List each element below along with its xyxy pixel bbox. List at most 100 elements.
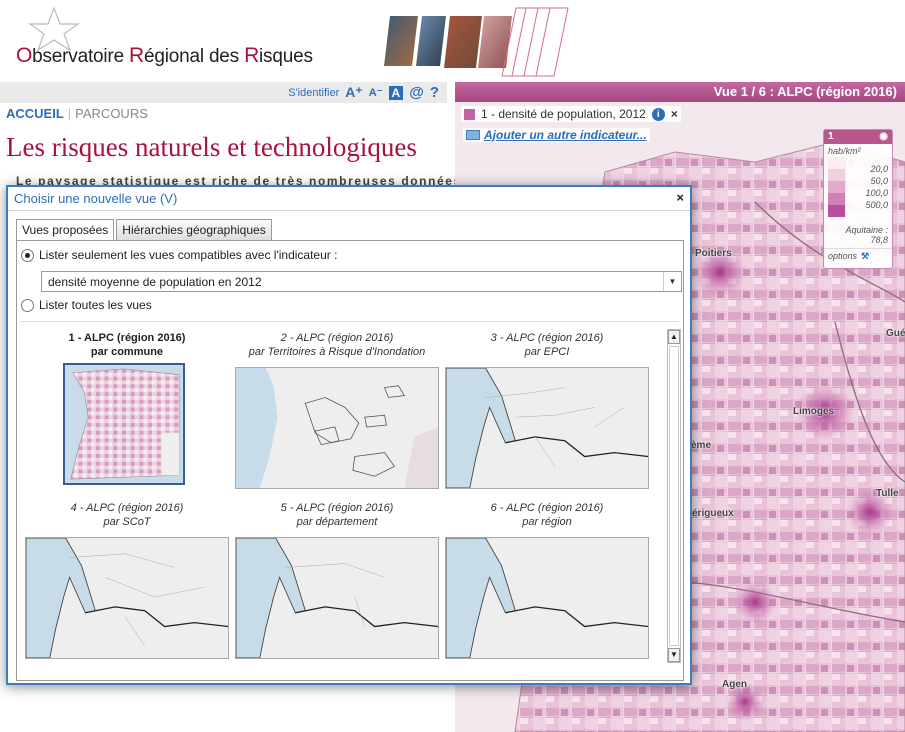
legend-unit: hab/km² bbox=[828, 146, 861, 156]
view-option-3[interactable]: 3 - ALPC (région 2016) par EPCI bbox=[442, 331, 652, 489]
indicator-color-swatch bbox=[464, 108, 475, 120]
views-scrollbar[interactable]: ▲ ▼ bbox=[667, 329, 681, 663]
compatible-views-option[interactable]: Lister seulement les vues compatibles av… bbox=[21, 248, 337, 262]
view-title-line1: 6 - ALPC (région 2016) bbox=[490, 502, 604, 514]
folder-icon bbox=[466, 130, 480, 140]
logo-word-1: bservatoire bbox=[32, 46, 130, 67]
nav-home-link[interactable]: ACCUEIL bbox=[6, 106, 64, 121]
view-thumbnail-epci[interactable] bbox=[445, 367, 649, 489]
logo-letter-o: O bbox=[16, 44, 33, 67]
compatible-views-radio[interactable] bbox=[21, 248, 34, 262]
view-option-1[interactable]: 1 - ALPC (région 2016) par commune bbox=[22, 331, 232, 485]
help-icon[interactable]: ? bbox=[430, 84, 439, 101]
view-title-line2: par région bbox=[522, 516, 572, 528]
map-legend: 1 ◉ hab/km² 20,0 50,0 100,0 500,0 Aquitai… bbox=[823, 129, 893, 269]
all-views-radio[interactable] bbox=[21, 298, 34, 312]
view-option-6[interactable]: 6 - ALPC (région 2016) par région bbox=[442, 501, 652, 659]
legend-options-button[interactable]: options ⚒ bbox=[824, 248, 892, 264]
legend-number: 1 bbox=[828, 131, 834, 142]
info-icon[interactable]: i bbox=[651, 107, 665, 121]
dialog-tabs: Vues proposées Hiérarchies géographiques bbox=[16, 219, 272, 241]
legend-header: 1 ◉ bbox=[824, 130, 892, 144]
page-title: Les risques naturels et technologiques bbox=[6, 132, 417, 162]
view-title-line2: par EPCI bbox=[524, 346, 570, 358]
font-decrease-button[interactable]: A⁻ bbox=[369, 86, 383, 99]
indicator-label: 1 - densité de population, 2012 bbox=[481, 107, 646, 121]
view-option-4[interactable]: 4 - ALPC (région 2016) par SCoT bbox=[22, 501, 232, 659]
tab-panel: Lister seulement les vues compatibles av… bbox=[16, 240, 684, 681]
divider bbox=[21, 321, 679, 322]
nav-parcours-link[interactable]: PARCOURS bbox=[75, 106, 148, 121]
tab-proposed-views[interactable]: Vues proposées bbox=[16, 219, 115, 241]
city-label: Gué bbox=[886, 328, 905, 339]
view-thumbnail-commune[interactable] bbox=[63, 363, 185, 485]
view-thumbnail-tri[interactable] bbox=[235, 367, 439, 489]
login-link[interactable]: S'identifier bbox=[288, 87, 339, 99]
city-label: Tulle bbox=[876, 488, 899, 499]
view-option-5[interactable]: 5 - ALPC (région 2016) par département bbox=[232, 501, 442, 659]
view-option-2[interactable]: 2 - ALPC (région 2016) par Territoires à… bbox=[232, 331, 442, 489]
site-logo[interactable]: Observatoire Régional des Risques bbox=[16, 44, 313, 68]
view-thumbnail-departement[interactable] bbox=[235, 537, 439, 659]
legend-swatch bbox=[828, 205, 846, 217]
header-photo-strip bbox=[384, 7, 569, 77]
scroll-down-button[interactable]: ▼ bbox=[668, 648, 680, 662]
logo-word-3: isques bbox=[259, 46, 313, 67]
dialog-title: Choisir une nouvelle vue (V) bbox=[14, 191, 178, 206]
nav-separator: | bbox=[67, 106, 72, 121]
logo-word-2: égional des bbox=[143, 46, 245, 67]
view-thumbnail-scot[interactable] bbox=[25, 537, 229, 659]
view-title-line2: par Territoires à Risque d'Inondation bbox=[248, 346, 426, 358]
font-reset-button[interactable]: A bbox=[388, 85, 404, 100]
view-title-line1: 2 - ALPC (région 2016) bbox=[280, 332, 394, 344]
contact-icon[interactable]: @ bbox=[409, 84, 424, 101]
indicator-select[interactable]: densité moyenne de population en 2012 ▼ bbox=[41, 271, 682, 292]
wrench-icon: ⚒ bbox=[861, 251, 870, 261]
logo-letter-r1: R bbox=[129, 44, 144, 67]
legend-class-label: 100,0 bbox=[865, 188, 888, 198]
remove-indicator-close-icon[interactable]: × bbox=[671, 107, 678, 121]
view-title-line2: par SCoT bbox=[103, 516, 151, 528]
scroll-up-button[interactable]: ▲ bbox=[668, 330, 680, 344]
legend-swatch bbox=[828, 157, 846, 169]
choose-view-dialog: Choisir une nouvelle vue (V) × Vues prop… bbox=[6, 185, 692, 685]
view-title-line2: par commune bbox=[90, 346, 164, 358]
add-indicator-link[interactable]: Ajouter un autre indicateur... bbox=[463, 128, 650, 142]
view-title-line2: par département bbox=[296, 516, 378, 528]
eye-icon[interactable]: ◉ bbox=[879, 131, 888, 142]
view-title-line1: 5 - ALPC (région 2016) bbox=[280, 502, 394, 514]
legend-swatch bbox=[828, 169, 846, 181]
compatible-views-label: Lister seulement les vues compatibles av… bbox=[39, 248, 338, 262]
chevron-down-icon[interactable]: ▼ bbox=[663, 272, 681, 291]
legend-reference-label: Aquitaine : bbox=[845, 225, 888, 235]
map-indicator-chip: 1 - densité de population, 2012 i × bbox=[461, 106, 681, 122]
site-header: Observatoire Régional des Risques bbox=[0, 0, 905, 82]
logo-letter-r2: R bbox=[244, 44, 260, 67]
city-label: érigueux bbox=[692, 508, 734, 519]
legend-class-label: 20,0 bbox=[870, 164, 888, 174]
legend-reference-value: 78,8 bbox=[870, 235, 888, 245]
legend-options-label: options bbox=[828, 251, 858, 261]
all-views-option[interactable]: Lister toutes les vues bbox=[21, 298, 152, 312]
legend-swatch bbox=[828, 193, 846, 205]
dialog-close-icon[interactable]: × bbox=[676, 190, 684, 205]
view-title-line1: 1 - ALPC (région 2016) bbox=[68, 332, 186, 344]
legend-swatch bbox=[828, 181, 846, 193]
city-label: ème bbox=[691, 440, 712, 451]
view-thumbnail-region[interactable] bbox=[445, 537, 649, 659]
legend-class-label: 500,0 bbox=[865, 200, 888, 210]
accessibility-links: S'identifier A⁺ A⁻ A @ ? bbox=[288, 84, 439, 101]
font-increase-button[interactable]: A⁺ bbox=[345, 84, 363, 101]
page-toolbar: S'identifier A⁺ A⁻ A @ ? bbox=[0, 82, 447, 103]
add-indicator-label: Ajouter un autre indicateur... bbox=[484, 128, 647, 142]
tab-geographic-hierarchies[interactable]: Hiérarchies géographiques bbox=[116, 219, 272, 241]
all-views-label: Lister toutes les vues bbox=[39, 298, 152, 312]
indicator-select-value: densité moyenne de population en 2012 bbox=[48, 275, 262, 289]
legend-class-label: 50,0 bbox=[870, 176, 888, 186]
legend-class: 20,0 bbox=[828, 157, 888, 174]
dialog-title-bar[interactable]: Choisir une nouvelle vue (V) × bbox=[8, 187, 690, 211]
city-label: Agen bbox=[722, 679, 747, 690]
city-label: Poitiers bbox=[695, 248, 732, 259]
views-grid: 1 - ALPC (région 2016) par commune 2 - A… bbox=[17, 329, 663, 681]
scrollbar-thumb[interactable] bbox=[669, 346, 679, 646]
